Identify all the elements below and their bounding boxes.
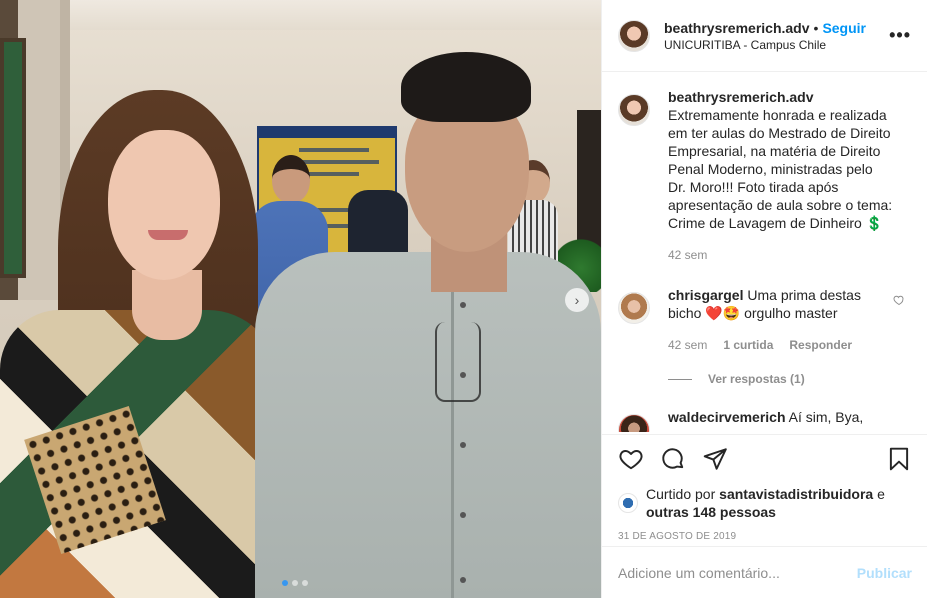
comment-avatar[interactable]: [618, 414, 650, 432]
bookmark-icon[interactable]: [886, 446, 912, 472]
caption-avatar[interactable]: [618, 94, 650, 126]
post-photo[interactable]: ›: [0, 0, 601, 598]
comment-username[interactable]: chrisgargel: [668, 287, 743, 303]
comment-input[interactable]: Adicione um comentário...: [618, 565, 857, 581]
carousel-dot-active: [282, 580, 288, 586]
caption: beathrysremerich.adv Extremamente honrad…: [618, 88, 911, 264]
comment-icon[interactable]: [660, 446, 686, 472]
carousel-dots: [282, 580, 308, 586]
liked-by-others[interactable]: outras 148 pessoas: [646, 504, 776, 520]
comment-like-icon[interactable]: [893, 294, 905, 309]
comment-time[interactable]: 42 sem: [668, 336, 707, 354]
view-replies-label: Ver respostas (1): [708, 372, 805, 386]
caption-text: Extremamente honrada e realizada em ter …: [668, 107, 893, 231]
add-comment-bar: Adicione um comentário... Publicar: [602, 546, 927, 598]
liked-by-prefix: Curtido por: [646, 486, 716, 502]
share-icon[interactable]: [702, 446, 728, 472]
heart-icon[interactable]: [618, 446, 644, 472]
comment-avatar[interactable]: [618, 292, 650, 324]
post-sidebar: beathrysremerich.adv • Seguir UNICURITIB…: [601, 0, 927, 598]
liker-avatar[interactable]: [618, 493, 638, 513]
post-location[interactable]: UNICURITIBA - Campus Chile: [664, 38, 889, 52]
follow-button[interactable]: Seguir: [822, 20, 866, 36]
comment-item: chrisgargel Uma prima destas bicho ❤️🤩 o…: [618, 286, 911, 354]
post-date[interactable]: 31 DE AGOSTO DE 2019: [618, 531, 912, 542]
caption-time[interactable]: 42 sem: [668, 246, 707, 264]
comment-username[interactable]: waldecirvemerich: [668, 409, 786, 425]
author-avatar[interactable]: [618, 19, 650, 52]
post-modal: › beathrysremerich.adv • Seguir UNICURIT…: [0, 0, 927, 598]
liked-by-suffix: e: [877, 486, 885, 502]
replies-line: [668, 378, 692, 380]
liked-by-user[interactable]: santavistadistribuidora: [719, 486, 873, 502]
comments-list[interactable]: beathrysremerich.adv Extremamente honrad…: [602, 72, 927, 432]
view-replies-button[interactable]: Ver respostas (1): [668, 372, 911, 386]
reply-button[interactable]: Responder: [789, 336, 852, 354]
comment-item: waldecirvemerich Aí sim, Bya,: [618, 408, 911, 432]
author-username[interactable]: beathrysremerich.adv: [664, 20, 810, 36]
separator-dot: •: [813, 19, 819, 36]
caption-username[interactable]: beathrysremerich.adv: [668, 89, 814, 105]
comment-text: Aí sim, Bya,: [788, 409, 864, 425]
photo-woman: [0, 90, 280, 598]
photo-man: [255, 52, 601, 598]
comment-likes[interactable]: 1 curtida: [723, 336, 773, 354]
chevron-right-icon: ›: [574, 292, 580, 308]
carousel-dot: [302, 580, 308, 586]
publish-button[interactable]: Publicar: [857, 565, 912, 581]
more-options-icon[interactable]: •••: [889, 25, 911, 46]
photo-ceiling: [0, 0, 601, 30]
post-header: beathrysremerich.adv • Seguir UNICURITIB…: [602, 0, 927, 72]
next-photo-button[interactable]: ›: [565, 288, 589, 312]
carousel-dot: [292, 580, 298, 586]
likes-summary: Curtido por santavistadistribuidora e ou…: [618, 485, 912, 521]
post-actions: Curtido por santavistadistribuidora e ou…: [602, 434, 927, 542]
